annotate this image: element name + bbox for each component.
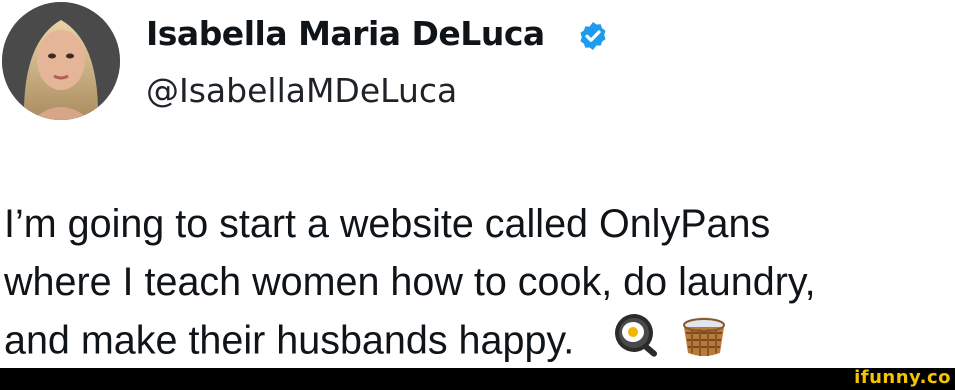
tweet-line-last: and make their husbands happy.: [4, 311, 955, 369]
author-name[interactable]: Isabella Maria DeLuca: [146, 14, 545, 53]
frying-pan-egg-icon: [612, 311, 664, 375]
tweet-line: where I teach women how to cook, do laun…: [4, 260, 816, 304]
author-handle[interactable]: @IsabellaMDeLuca: [146, 71, 457, 110]
tweet-line: I’m going to start a website called Only…: [4, 202, 771, 246]
tweet-text: I’m going to start a website called Only…: [4, 195, 955, 369]
laundry-basket-icon: [678, 311, 730, 375]
ifunny-watermark: ifunny.co: [854, 367, 951, 388]
avatar[interactable]: [2, 2, 120, 120]
tweet-line-text: and make their husbands happy.: [4, 318, 575, 363]
watermark-bar: [0, 368, 955, 390]
verified-badge-icon: [580, 22, 606, 50]
